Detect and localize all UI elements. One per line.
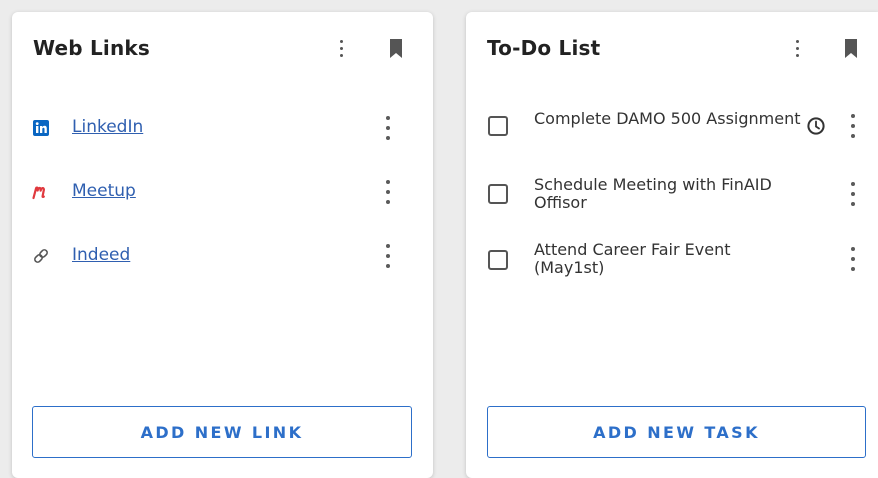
todo-list-card: To-Do List Complete DAMO 500 Assignment …	[466, 12, 878, 478]
link-meetup[interactable]: Meetup	[72, 181, 136, 201]
web-links-menu-icon[interactable]	[337, 40, 345, 57]
task-checkbox[interactable]	[488, 184, 508, 204]
link-meetup-menu-icon[interactable]	[384, 180, 392, 204]
task-label: Complete DAMO 500 Assignment	[534, 109, 801, 128]
task-menu-icon[interactable]	[849, 182, 857, 206]
todo-list-menu-icon[interactable]	[793, 40, 801, 57]
task-label: Schedule Meeting with FinAID Offisor	[534, 175, 772, 212]
task-checkbox[interactable]	[488, 116, 508, 136]
linkedin-icon	[33, 120, 49, 136]
task-label: Attend Career Fair Event (May1st)	[534, 240, 731, 277]
meetup-icon	[32, 186, 45, 200]
link-icon	[34, 249, 48, 263]
link-item-linkedin: LinkedIn	[32, 113, 412, 143]
task-menu-icon[interactable]	[849, 114, 857, 138]
link-item-indeed: Indeed	[32, 241, 412, 271]
link-item-meetup: Meetup	[32, 177, 412, 207]
task-checkbox[interactable]	[488, 250, 508, 270]
link-indeed-menu-icon[interactable]	[384, 244, 392, 268]
link-linkedin-menu-icon[interactable]	[384, 116, 392, 140]
task-item: Schedule Meeting with FinAID Offisor	[488, 176, 868, 218]
add-new-task-button[interactable]: ADD NEW TASK	[487, 406, 866, 458]
todo-list-title: To-Do List	[487, 36, 601, 60]
task-item: Complete DAMO 500 Assignment	[488, 110, 868, 152]
link-linkedin[interactable]: LinkedIn	[72, 117, 143, 137]
link-indeed[interactable]: Indeed	[72, 245, 130, 265]
web-links-title: Web Links	[33, 36, 151, 60]
todo-list-bookmark-icon[interactable]	[844, 39, 858, 58]
task-item: Attend Career Fair Event (May1st)	[488, 241, 868, 283]
clock-icon[interactable]	[806, 116, 826, 136]
task-menu-icon[interactable]	[849, 247, 857, 271]
add-new-link-button[interactable]: ADD NEW LINK	[32, 406, 412, 458]
web-links-bookmark-icon[interactable]	[389, 39, 403, 58]
web-links-card: Web Links LinkedIn Meetup Indeed ADD NEW…	[12, 12, 433, 478]
